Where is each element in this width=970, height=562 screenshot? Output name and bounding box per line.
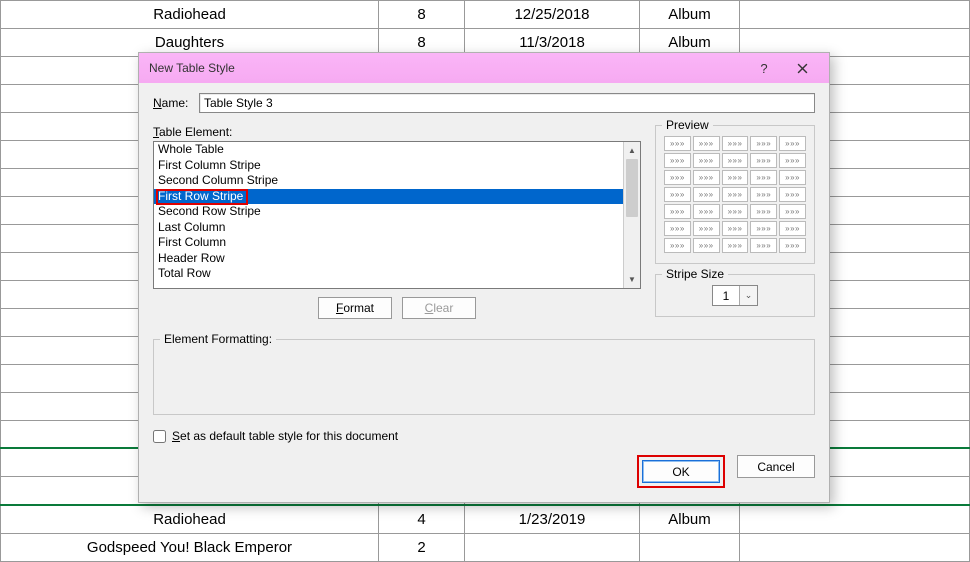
table-cell[interactable]: Godspeed You! Black Emperor — [1, 533, 379, 561]
table-cell[interactable]: Radiohead — [1, 505, 379, 534]
preview-cell: »»» — [779, 238, 806, 253]
table-cell[interactable]: 12/25/2018 — [465, 1, 640, 29]
preview-cell: »»» — [693, 153, 720, 168]
preview-cell: »»» — [779, 170, 806, 185]
table-cell[interactable] — [740, 533, 970, 561]
preview-cell: »»» — [664, 170, 691, 185]
preview-cell: »»» — [693, 221, 720, 236]
preview-cell: »»» — [779, 221, 806, 236]
ok-button-highlight: OK — [637, 455, 725, 488]
listbox-scrollbar[interactable]: ▲ ▼ — [623, 142, 640, 288]
preview-cell: »»» — [693, 187, 720, 202]
listbox-item[interactable]: Last Column — [154, 220, 623, 236]
preview-cell: »»» — [664, 153, 691, 168]
preview-cell: »»» — [664, 136, 691, 151]
preview-cell: »»» — [693, 136, 720, 151]
preview-cell: »»» — [722, 238, 749, 253]
preview-cell: »»» — [750, 221, 777, 236]
listbox-item[interactable]: Header Row — [154, 251, 623, 267]
preview-cell: »»» — [722, 136, 749, 151]
table-cell[interactable] — [640, 533, 740, 561]
listbox-item[interactable]: Total Row — [154, 266, 623, 282]
preview-cell: »»» — [750, 153, 777, 168]
table-cell[interactable]: 1/23/2019 — [465, 505, 640, 534]
name-label: Name: — [153, 96, 199, 110]
preview-fieldset: Preview »»»»»»»»»»»»»»»»»»»»»»»»»»»»»»»»… — [655, 125, 815, 264]
listbox-item[interactable]: Second Column Stripe — [154, 173, 623, 189]
preview-cell: »»» — [664, 221, 691, 236]
preview-cell: »»» — [750, 187, 777, 202]
preview-cell: »»» — [664, 238, 691, 253]
element-formatting-fieldset: Element Formatting: — [153, 339, 815, 415]
preview-cell: »»» — [722, 187, 749, 202]
preview-cell: »»» — [750, 136, 777, 151]
table-element-listbox[interactable]: Whole TableFirst Column StripeSecond Col… — [153, 141, 641, 289]
preview-cell: »»» — [693, 204, 720, 219]
preview-grid: »»»»»»»»»»»»»»»»»»»»»»»»»»»»»»»»»»»»»»»»… — [664, 132, 806, 253]
preview-cell: »»» — [779, 204, 806, 219]
preview-cell: »»» — [750, 204, 777, 219]
scroll-down-icon[interactable]: ▼ — [624, 271, 640, 288]
format-button[interactable]: Format — [318, 297, 392, 319]
stripe-size-spinner[interactable]: ⌄ — [712, 285, 758, 306]
ok-button[interactable]: OK — [642, 460, 720, 483]
listbox-item[interactable]: Whole Table — [154, 142, 623, 158]
preview-cell: »»» — [722, 170, 749, 185]
stripe-size-fieldset: Stripe Size ⌄ — [655, 274, 815, 317]
table-cell[interactable] — [740, 1, 970, 29]
help-button[interactable]: ? — [745, 54, 783, 82]
preview-cell: »»» — [722, 153, 749, 168]
table-cell[interactable]: 4 — [379, 505, 465, 534]
close-icon — [797, 63, 808, 74]
listbox-item[interactable]: First Column Stripe — [154, 158, 623, 174]
set-default-checkbox[interactable] — [153, 430, 166, 443]
listbox-item[interactable]: First Column — [154, 235, 623, 251]
chevron-down-icon[interactable]: ⌄ — [739, 286, 757, 305]
table-cell[interactable] — [740, 505, 970, 534]
preview-cell: »»» — [693, 170, 720, 185]
table-cell[interactable]: 2 — [379, 533, 465, 561]
stripe-size-input[interactable] — [713, 289, 739, 303]
preview-cell: »»» — [750, 170, 777, 185]
table-cell[interactable]: Album — [640, 1, 740, 29]
table-cell[interactable]: Album — [640, 505, 740, 534]
new-table-style-dialog: New Table Style ? Name: Table Element: W… — [138, 52, 830, 503]
preview-cell: »»» — [779, 136, 806, 151]
table-element-label: Table Element: — [153, 125, 641, 139]
cancel-button[interactable]: Cancel — [737, 455, 815, 478]
listbox-item[interactable]: First Row Stripe — [154, 189, 623, 205]
stripe-size-label: Stripe Size — [662, 267, 728, 281]
preview-cell: »»» — [664, 204, 691, 219]
table-cell[interactable]: 8 — [379, 1, 465, 29]
preview-cell: »»» — [722, 221, 749, 236]
preview-cell: »»» — [722, 204, 749, 219]
element-formatting-label: Element Formatting: — [160, 332, 276, 346]
scroll-thumb[interactable] — [626, 159, 638, 217]
close-button[interactable] — [783, 54, 821, 82]
table-cell[interactable] — [465, 533, 640, 561]
dialog-titlebar[interactable]: New Table Style ? — [139, 53, 829, 83]
listbox-item[interactable]: Second Row Stripe — [154, 204, 623, 220]
preview-cell: »»» — [750, 238, 777, 253]
preview-label: Preview — [662, 118, 713, 132]
scroll-up-icon[interactable]: ▲ — [624, 142, 640, 159]
name-input[interactable] — [199, 93, 815, 113]
dialog-title: New Table Style — [149, 61, 745, 75]
table-cell[interactable]: Radiohead — [1, 1, 379, 29]
set-default-label: Set as default table style for this docu… — [172, 429, 398, 443]
preview-cell: »»» — [779, 187, 806, 202]
preview-cell: »»» — [779, 153, 806, 168]
clear-button[interactable]: Clear — [402, 297, 476, 319]
preview-cell: »»» — [693, 238, 720, 253]
preview-cell: »»» — [664, 187, 691, 202]
